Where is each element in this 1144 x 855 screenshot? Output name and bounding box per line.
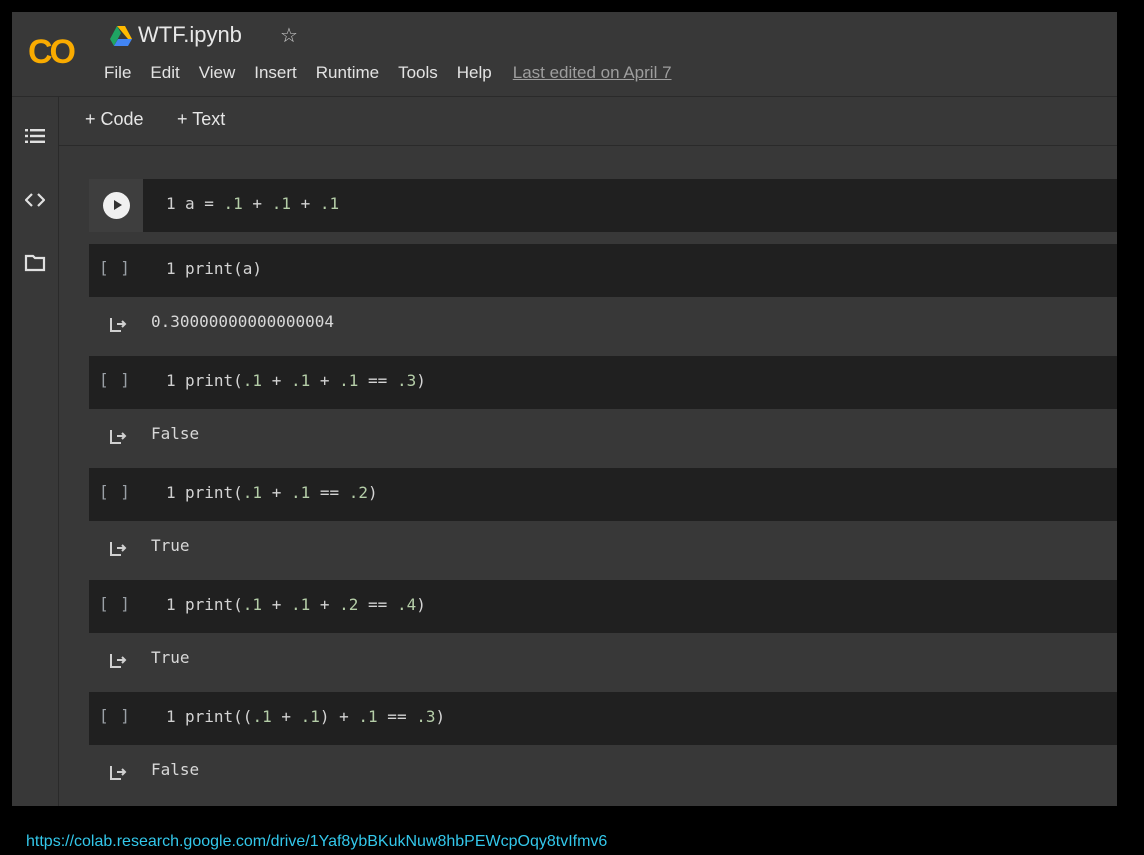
colab-logo[interactable]: CO: [26, 30, 86, 70]
output-arrow-icon[interactable]: [108, 538, 128, 558]
cell-output: True: [89, 634, 1117, 690]
header-bar: CO WTF.ipynb ☆ File Edit View Insert Run…: [12, 12, 1117, 97]
table-of-contents-icon[interactable]: [24, 125, 46, 147]
logo-text: CO: [28, 33, 76, 70]
add-code-button[interactable]: + Code: [85, 109, 144, 130]
cell-prompt[interactable]: [ ]: [99, 594, 131, 613]
colab-window: CO WTF.ipynb ☆ File Edit View Insert Run…: [12, 12, 1117, 806]
source-url[interactable]: https://colab.research.google.com/drive/…: [26, 833, 607, 851]
notebook-title[interactable]: WTF.ipynb: [138, 22, 242, 48]
code-text[interactable]: a = .1 + .1 + .1: [185, 194, 339, 213]
code-cell[interactable]: 1 a = .1 + .1 + .1: [89, 179, 1117, 232]
output-text: False: [151, 424, 200, 443]
code-text[interactable]: print((.1 + .1) + .1 == .3): [185, 707, 445, 726]
line-number: 1: [166, 259, 176, 278]
menu-view[interactable]: View: [199, 63, 236, 83]
notebook-body: 1 a = .1 + .1 + .1 [ ] 1 print(a) 0.3000…: [59, 146, 1117, 806]
files-icon[interactable]: [24, 252, 46, 274]
code-text[interactable]: print(.1 + .1 + .1 == .3): [185, 371, 426, 390]
output-text: False: [151, 760, 200, 779]
cell-prompt[interactable]: [ ]: [99, 706, 131, 725]
code-cell[interactable]: [ ] 1 print(.1 + .1 + .1 == .3): [89, 356, 1117, 409]
output-text: True: [151, 648, 190, 667]
cell-output: True: [89, 522, 1117, 578]
menu-help[interactable]: Help: [457, 63, 492, 83]
code-cell[interactable]: [ ] 1 print((.1 + .1) + .1 == .3): [89, 692, 1117, 745]
run-area: [89, 179, 143, 232]
output-text: 0.30000000000000004: [151, 312, 335, 331]
google-drive-icon: [110, 26, 132, 46]
code-text[interactable]: print(.1 + .1 + .2 == .4): [185, 595, 426, 614]
run-cell-button[interactable]: [103, 192, 130, 219]
cell-output: 0.30000000000000004: [89, 298, 1117, 354]
code-cell[interactable]: [ ] 1 print(.1 + .1 == .2): [89, 468, 1117, 521]
menu-tools[interactable]: Tools: [398, 63, 438, 83]
add-text-button[interactable]: + Text: [177, 109, 225, 130]
line-number: 1: [166, 483, 176, 502]
code-cell[interactable]: [ ] 1 print(.1 + .1 + .2 == .4): [89, 580, 1117, 633]
output-arrow-icon[interactable]: [108, 650, 128, 670]
output-arrow-icon[interactable]: [108, 762, 128, 782]
output-text: True: [151, 536, 190, 555]
star-icon[interactable]: ☆: [280, 23, 298, 48]
line-number: 1: [166, 371, 176, 390]
code-cell[interactable]: [ ] 1 print(a): [89, 244, 1117, 297]
left-rail: [12, 97, 59, 806]
cell-prompt[interactable]: [ ]: [99, 482, 131, 501]
menu-runtime[interactable]: Runtime: [316, 63, 379, 83]
menu-file[interactable]: File: [104, 63, 131, 83]
last-edited-link[interactable]: Last edited on April 7: [513, 63, 672, 83]
cell-output: False: [89, 410, 1117, 466]
code-snippets-icon[interactable]: [24, 189, 46, 211]
output-arrow-icon[interactable]: [108, 314, 128, 334]
cell-output: False: [89, 746, 1117, 802]
menu-bar: File Edit View Insert Runtime Tools Help…: [104, 63, 672, 83]
cell-prompt[interactable]: [ ]: [99, 258, 131, 277]
code-text[interactable]: print(.1 + .1 == .2): [185, 483, 378, 502]
cell-prompt[interactable]: [ ]: [99, 370, 131, 389]
menu-insert[interactable]: Insert: [254, 63, 297, 83]
line-number: 1: [166, 595, 176, 614]
menu-edit[interactable]: Edit: [150, 63, 179, 83]
notebook-toolbar: + Code + Text: [59, 97, 1117, 146]
code-text[interactable]: print(a): [185, 259, 262, 278]
output-arrow-icon[interactable]: [108, 426, 128, 446]
line-number: 1: [166, 194, 176, 213]
line-number: 1: [166, 707, 176, 726]
